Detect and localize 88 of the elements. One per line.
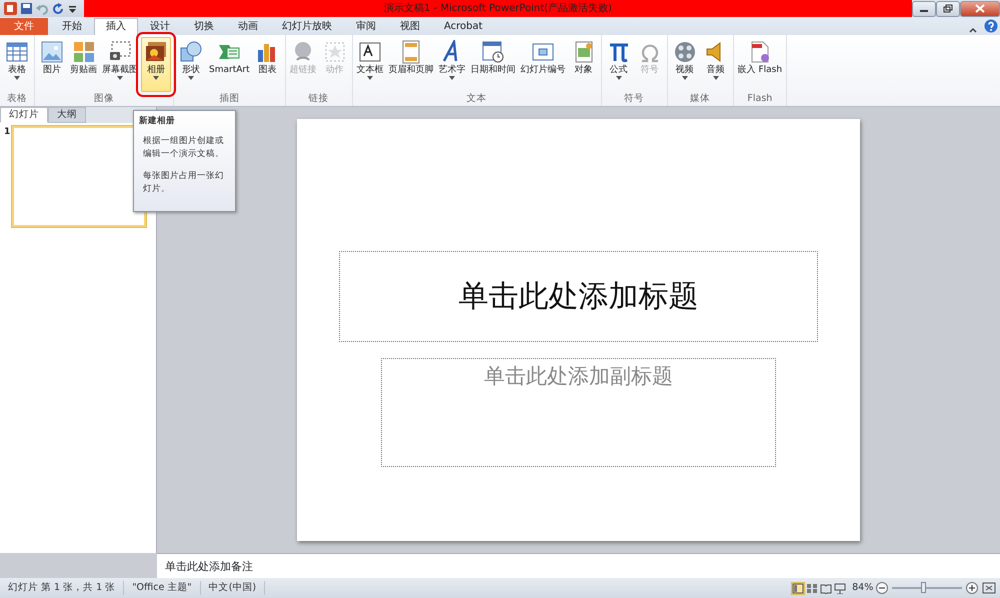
save-icon[interactable]: [20, 2, 33, 15]
tooltip-text: 根据一组图片创建或编辑一个演示文稿。: [142, 134, 225, 161]
group-label: 表格: [6, 92, 28, 106]
view-button[interactable]: [818, 582, 833, 594]
group-label: 插图: [218, 92, 240, 106]
film-reel-icon: [672, 40, 697, 64]
action-icon: [322, 40, 347, 64]
caret-icon: [117, 76, 123, 80]
ribbon-tab[interactable]: 幻灯片放映: [270, 18, 344, 35]
window-title: 演示文稿1 - Microsoft PowerPoint(产品激活失败): [384, 2, 612, 16]
ribbon-button[interactable]: 音频: [700, 37, 731, 92]
ribbon-button[interactable]: 图片: [37, 37, 67, 92]
ribbon-tab[interactable]: 审阅: [344, 18, 388, 35]
caret-icon: [682, 76, 688, 80]
ribbon-button[interactable]: 文本框: [354, 37, 386, 92]
caret-icon: [188, 76, 194, 80]
view-button[interactable]: [804, 582, 819, 594]
ribbon-button[interactable]: 形状: [176, 37, 206, 92]
calendar-icon: [481, 40, 506, 64]
collapse-ribbon-icon[interactable]: [968, 25, 978, 35]
pane-tab[interactable]: 幻灯片: [0, 107, 48, 123]
caret-icon: [14, 76, 20, 80]
status-text: "Office 主题": [124, 580, 201, 596]
ribbon-tab[interactable]: Acrobat: [432, 18, 495, 35]
ribbon-button[interactable]: 视频: [670, 37, 700, 92]
caret-icon: [153, 76, 159, 80]
title-placeholder[interactable]: 单击此处添加标题: [339, 251, 818, 342]
group-label: 符号: [623, 92, 646, 106]
caret-icon: [449, 76, 456, 80]
ribbon-button[interactable]: 图表: [252, 37, 283, 92]
shapes-icon: [179, 40, 203, 64]
group-label: 链接: [308, 92, 330, 106]
caret-icon: [616, 76, 622, 80]
normal-view-icon: [792, 582, 804, 594]
tooltip-title: 新建相册: [139, 115, 176, 128]
textbox-icon: [358, 40, 382, 64]
restore-icon: [943, 4, 953, 13]
slide-number: 1: [4, 126, 10, 139]
ribbon-tab[interactable]: 插入: [94, 18, 138, 35]
pane-tab[interactable]: 大纲: [48, 107, 86, 123]
app-logo-icon: [4, 2, 17, 15]
close-button[interactable]: [960, 0, 1000, 16]
ribbon-button[interactable]: 日期和时间: [468, 37, 518, 92]
caret-icon: [712, 76, 719, 80]
help-icon[interactable]: [984, 19, 998, 33]
ribbon-button[interactable]: 幻灯片编号: [518, 37, 568, 92]
fit-window-icon[interactable]: [982, 582, 996, 594]
ribbon-tab[interactable]: 动画: [226, 18, 270, 35]
minimize-button[interactable]: [912, 0, 936, 16]
restore-button[interactable]: [936, 0, 960, 16]
subtitle-placeholder[interactable]: 单击此处添加副标题: [381, 358, 776, 467]
slide-sorter-icon: [806, 582, 818, 594]
ribbon-tab[interactable]: 设计: [138, 18, 182, 35]
ribbon-button[interactable]: 表格: [2, 37, 32, 92]
ribbon-button[interactable]: 对象: [568, 37, 599, 92]
slideshow-icon: [834, 582, 846, 594]
reading-view-icon: [820, 582, 832, 594]
ribbon-tab[interactable]: 开始: [50, 18, 94, 35]
ribbon-button[interactable]: 剪贴画: [68, 37, 99, 92]
zoom-level[interactable]: 84%: [852, 580, 874, 596]
ribbon-tab[interactable]: 切换: [182, 18, 226, 35]
group-label: 文本: [466, 92, 488, 106]
view-button[interactable]: [832, 582, 847, 594]
file-tab[interactable]: 文件: [0, 18, 48, 35]
zoom-out-icon[interactable]: [876, 582, 888, 594]
ribbon-button[interactable]: 公式: [604, 37, 634, 92]
ribbon-button[interactable]: 嵌入 Flash: [736, 37, 784, 92]
ribbon-button[interactable]: 页眉和页脚: [386, 37, 436, 92]
status-text: 中文(中国): [200, 580, 266, 596]
zoom-slider-thumb[interactable]: [921, 582, 926, 593]
group-label: Flash: [746, 92, 774, 106]
view-button[interactable]: [790, 582, 805, 594]
group-label: 媒体: [689, 92, 712, 106]
clipart-icon: [72, 40, 96, 64]
notes-field[interactable]: 单击此处添加备注: [157, 553, 1000, 578]
tooltip-text: 每张图片占用一张幻灯片。: [142, 170, 225, 196]
ribbon-button[interactable]: 艺术字: [436, 37, 468, 92]
status-text: 幻灯片 第 1 张，共 1 张: [0, 580, 124, 596]
picture-icon: [40, 40, 64, 64]
zoom-in-icon[interactable]: [966, 582, 978, 594]
ribbon-tab[interactable]: 视图: [388, 18, 432, 35]
table-icon: [5, 40, 29, 64]
close-icon: [975, 4, 985, 13]
caret-icon: [367, 76, 374, 80]
photo-album-icon: [144, 40, 168, 64]
ribbon-button[interactable]: SmartArt: [207, 37, 252, 92]
redo-icon[interactable]: [53, 2, 65, 14]
group-label: 图像: [93, 92, 115, 106]
